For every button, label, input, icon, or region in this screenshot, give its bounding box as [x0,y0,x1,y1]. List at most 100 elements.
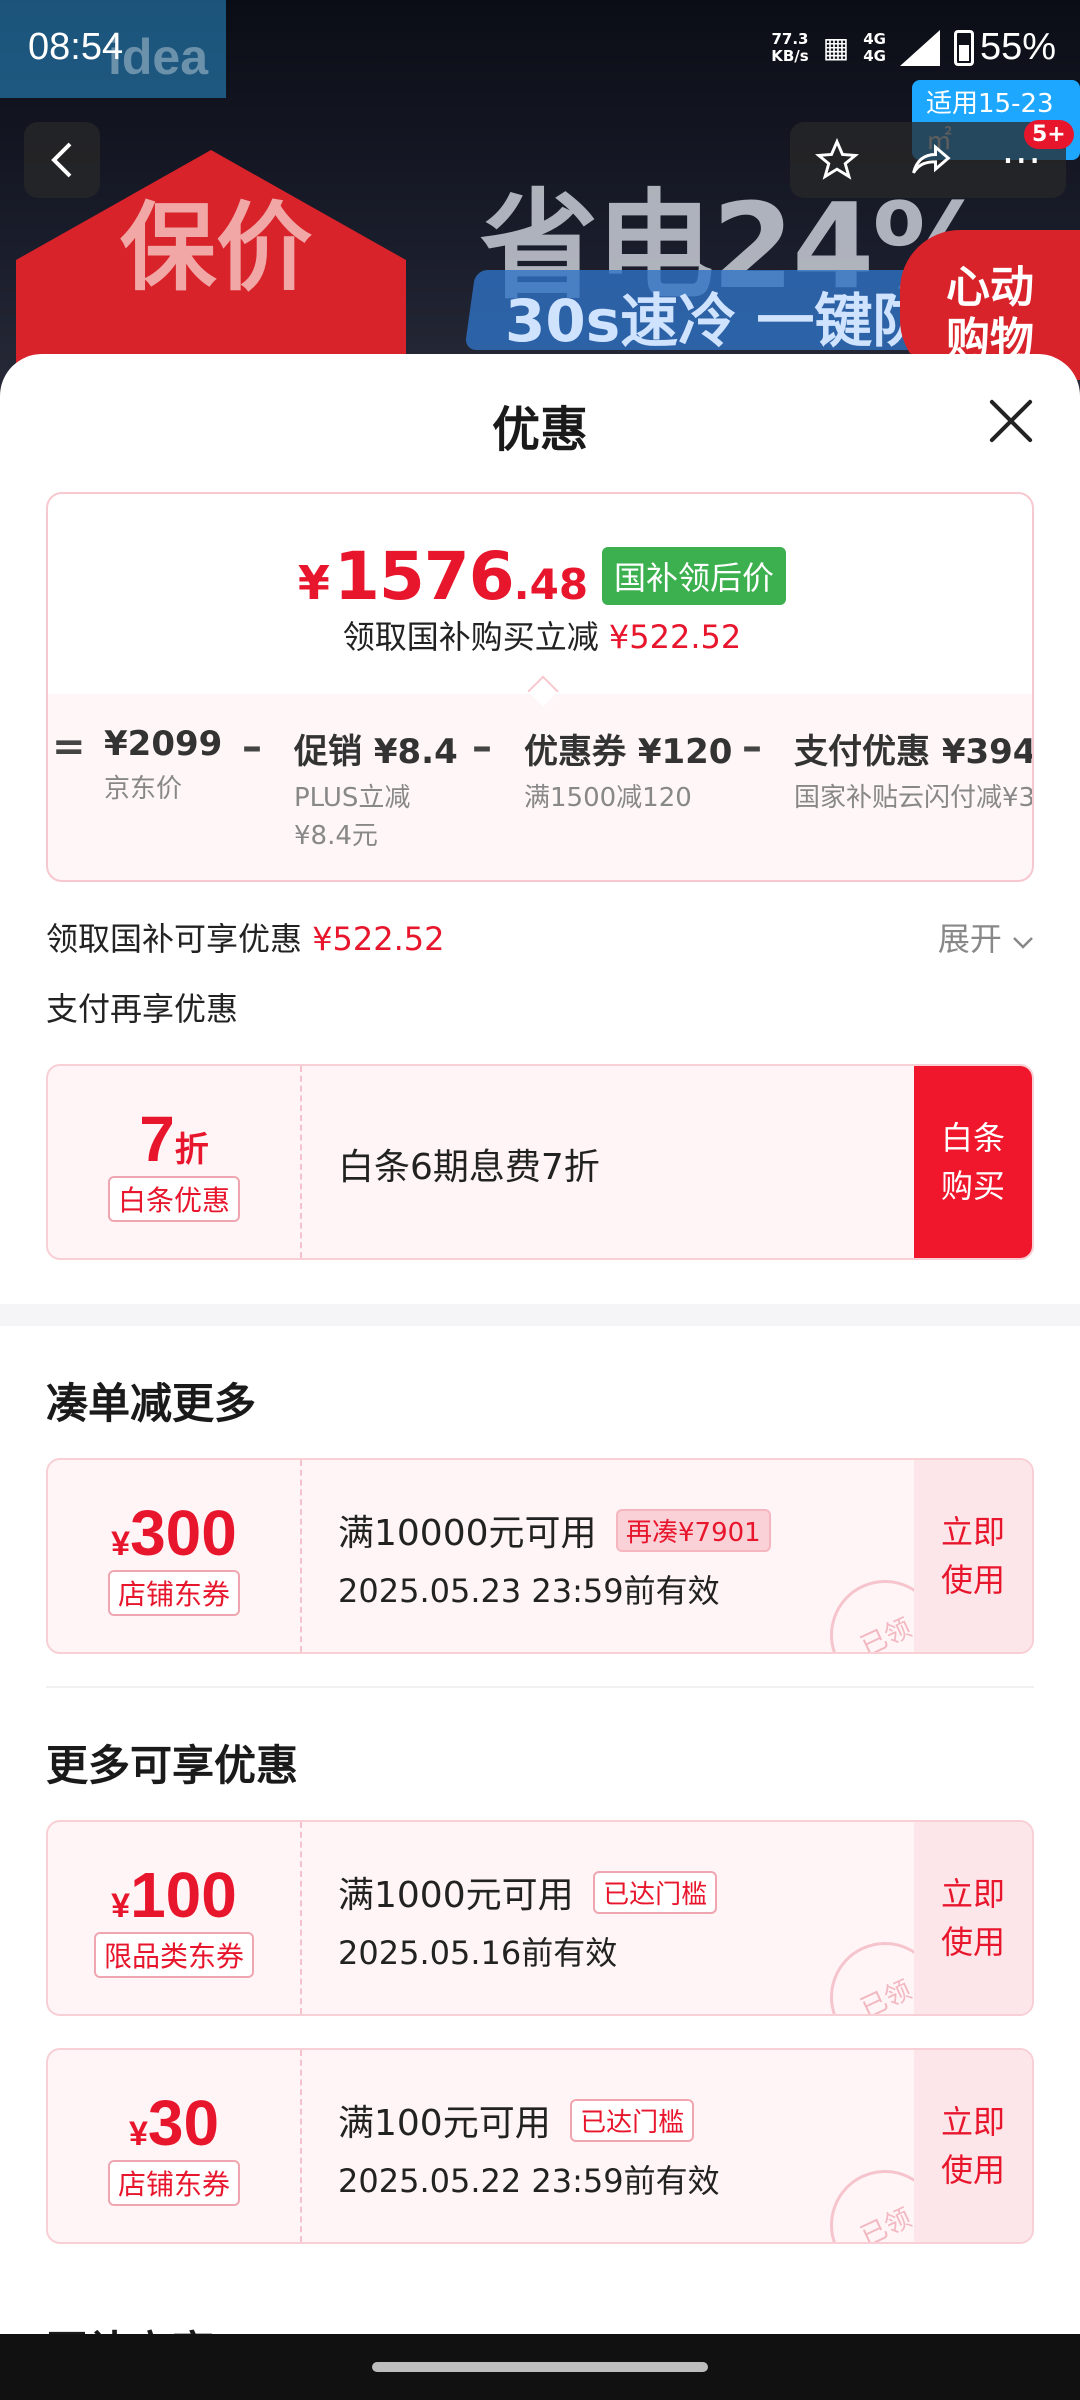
sheet-title: 优惠 [491,402,588,458]
coupon-condition-line: 满10000元可用 再凑¥7901 [338,1504,771,1556]
formula-value: 优惠券 ¥120 [524,732,733,772]
formula-operator: = [52,724,86,770]
formula-operator: – [472,724,492,770]
home-indicator[interactable] [372,2362,708,2372]
price-summary-card: ¥ 1576 .48 国补领后价 领取国补购买立减 ¥522.52 = ¥209… [46,492,1034,882]
price-formula: = ¥2099 京东价 – 促销 ¥8.4 PLUS立减 ¥8.4元 – 优惠券… [48,724,1032,874]
use-now-button[interactable]: 立即使用 [914,1460,1032,1652]
coupon-card-300: ¥300 店铺东券 满10000元可用 再凑¥7901 2025.05.23 2… [46,1458,1034,1654]
network-type-1: 4G [863,29,886,48]
formula-value: 支付优惠 ¥394. [794,732,1032,772]
network-speed-unit: KB/s [771,46,809,65]
baitiao-rate: 7折 [48,1102,300,1176]
hd-icon: ▦ [822,31,850,64]
use-now-button[interactable]: 立即使用 [914,1822,1032,2014]
status-bar: 08:54 77.3 KB/s ▦ 4G 4G 55% [0,0,1080,98]
coupon-validity: 2025.05.16前有效 [338,1934,618,1972]
baitiao-offer: 7折 白条优惠 白条6期息费7折 白条购买 [46,1064,1034,1260]
coupon-validity: 2025.05.22 23:59前有效 [338,2162,720,2200]
divider [46,1686,1034,1688]
coupon-card-30: ¥30 店铺东券 满100元可用 已达门槛 2025.05.22 23:59前有… [46,2048,1034,2244]
section-title-more: 凑单减更多 [46,1379,257,1428]
formula-operator: – [742,724,762,770]
next-section-title: 国补立享 [46,2318,214,2334]
coupon-condition: 满10000元可用 [338,1513,597,1554]
section-separator [0,1304,1080,1326]
signal-icon [899,29,940,66]
chevron-left-icon [51,142,72,178]
coupon-amount-value: 100 [130,1859,237,1931]
section-title-extra: 更多可享优惠 [46,1741,299,1790]
formula-value: 促销 ¥8.4 [294,732,458,772]
message-count-badge: 5+ [1024,120,1074,149]
coupon-amount: ¥300 [48,1496,300,1570]
coupon-amount-value: 30 [147,2087,220,2159]
subsidy-label: 领取国补可享优惠 [46,920,303,958]
formula-item-coupon: 优惠券 ¥120 满1500减120 [524,724,732,817]
coupon-info: 满1000元可用 已达门槛 2025.05.16前有效 [338,1866,718,1974]
close-icon[interactable] [986,396,1036,446]
coupon-condition: 满1000元可用 [338,1875,574,1916]
baitiao-tag: 白条优惠 [107,1176,240,1222]
star-icon[interactable] [814,138,859,182]
price-reduction-amount: ¥522.52 [608,618,742,656]
formula-item-jd-price: ¥2099 京东价 [104,724,222,808]
discount-sheet: 优惠 ¥ 1576 .48 国补领后价 领取国补购买立减 ¥522.52 = ¥… [0,354,1080,2400]
network-type: 4G 4G [863,29,886,65]
threshold-met-badge: 已达门槛 [593,1871,718,1914]
coupon-condition: 满100元可用 [338,2103,551,2144]
subsidy-amount: ¥522.52 [312,920,445,958]
coupon-value: ¥30 店铺东券 [48,2050,302,2242]
coupon-type-tag: 店铺东券 [107,2160,240,2206]
use-now-label: 立即使用 [940,2103,1005,2189]
chevron-down-icon [1013,937,1033,949]
formula-operator: – [242,724,262,770]
coupon-info: 满100元可用 已达门槛 2025.05.22 23:59前有效 [338,2094,720,2202]
coupon-value: ¥100 限品类东券 [48,1822,302,2014]
final-price: ¥ 1576 .48 国补领后价 [48,538,1036,615]
use-now-button[interactable]: 立即使用 [914,2050,1032,2242]
price-currency: ¥ [297,556,330,610]
network-type-2: 4G [863,46,886,65]
battery: 55% [953,26,1056,69]
coupon-condition-line: 满100元可用 已达门槛 [338,2094,720,2146]
coupon-validity: 2025.05.23 23:59前有效 [338,1572,720,1610]
formula-item-promo: 促销 ¥8.4 PLUS立减 ¥8.4元 [294,724,458,855]
use-now-label: 立即使用 [940,1513,1005,1599]
coupon-value: ¥300 店铺东券 [48,1460,302,1652]
coupon-currency: ¥ [111,1525,131,1563]
pay-title: 支付再享优惠 [46,990,239,1028]
price-reduction-label: 领取国补购买立减 [342,618,599,656]
baitiao-buy-button[interactable]: 白条购买 [914,1066,1032,1258]
formula-item-payment: 支付优惠 ¥394. 国家补贴云闪付减¥3 [794,724,1032,817]
subsidy-price-tag: 国补领后价 [602,547,787,605]
formula-note: 满1500减120 [524,783,692,813]
baitiao-desc: 白条6期息费7折 [338,1147,600,1188]
use-now-label: 立即使用 [940,1875,1005,1961]
coupon-currency: ¥ [111,1887,131,1925]
coupon-type-tag: 店铺东券 [107,1570,240,1616]
status-time: 08:54 [28,26,124,68]
expand-button[interactable]: 展开 [938,914,1034,960]
price-reduction-line: 领取国补购买立减 ¥522.52 [48,612,1036,658]
coupon-info: 满10000元可用 再凑¥7901 2025.05.23 23:59前有效 [338,1504,771,1612]
coupon-amount: ¥100 [48,1858,300,1932]
battery-percent: 55% [979,26,1056,68]
formula-note: 京东价 [104,774,183,804]
formula-note: PLUS立减 ¥8.4元 [294,783,411,851]
baitiao-rate-unit: 折 [174,1131,209,1169]
formula-value: ¥2099 [104,724,223,764]
price-integer: 1576 [333,538,515,615]
baitiao-desc-wrap: 白条6期息费7折 [338,1138,600,1190]
share-icon[interactable] [908,138,952,182]
network-speed-value: 77.3 [771,29,809,48]
coupon-currency: ¥ [128,2115,148,2153]
baitiao-discount: 7折 白条优惠 [48,1066,302,1258]
coupon-amount-value: 300 [130,1497,237,1569]
baitiao-rate-value: 7 [139,1103,175,1175]
coupon-type-tag: 限品类东券 [93,1932,254,1978]
coupon-card-100: ¥100 限品类东券 满1000元可用 已达门槛 2025.05.16前有效 已… [46,1820,1034,2016]
back-button[interactable] [24,122,100,198]
network-speed: 77.3 KB/s [771,29,809,65]
status-icons: 77.3 KB/s ▦ 4G 4G 55% [771,26,1056,69]
